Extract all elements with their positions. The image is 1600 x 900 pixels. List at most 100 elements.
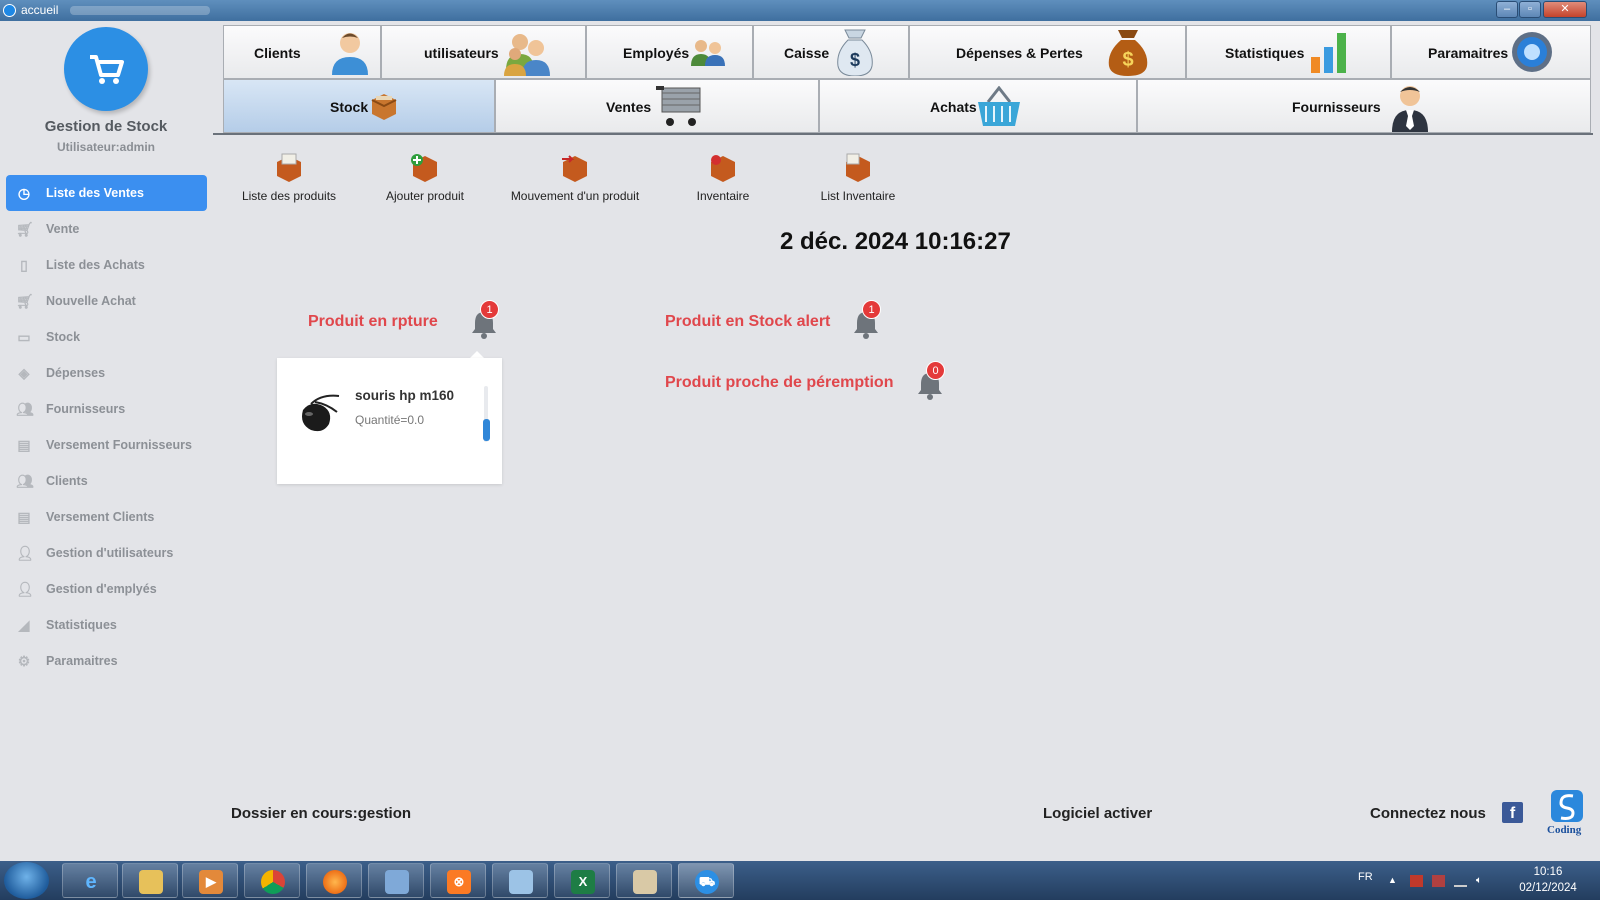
firefox-taskbar-button[interactable] bbox=[306, 863, 362, 898]
tab-employes[interactable]: Employés bbox=[586, 25, 753, 79]
internet-explorer-icon: e bbox=[85, 871, 97, 893]
sidebar-item-versement-fournisseurs[interactable]: ▤ Versement Fournisseurs bbox=[6, 427, 207, 463]
sidebar-item-clients[interactable]: 👥︎ Clients bbox=[6, 463, 207, 499]
tab-ventes[interactable]: Ventes bbox=[495, 79, 819, 133]
excel-taskbar-button[interactable]: X bbox=[554, 863, 610, 898]
product-quantity: Quantité=0.0 bbox=[355, 413, 425, 427]
tab-label: Paramaitres bbox=[1428, 45, 1509, 61]
clipboard-icon: ▯ bbox=[20, 257, 28, 273]
connect-label: Connectez nous bbox=[1370, 805, 1486, 822]
sidebar-item-paramaitres[interactable]: ⚙︎ Paramaitres bbox=[6, 643, 207, 679]
close-button[interactable]: ✕ bbox=[1543, 1, 1587, 18]
supplier-icon bbox=[1392, 86, 1428, 132]
explorer-taskbar-button[interactable] bbox=[122, 863, 178, 898]
ie-taskbar-button[interactable]: e bbox=[62, 863, 118, 898]
control-panel-taskbar-button[interactable] bbox=[492, 863, 548, 898]
tool-label: List Inventaire bbox=[820, 189, 896, 203]
current-folder: Dossier en cours:gestion bbox=[231, 805, 412, 822]
sidebar-item-liste-des-achats[interactable]: ▯ Liste des Achats bbox=[6, 247, 207, 283]
basket-icon bbox=[978, 86, 1020, 126]
tool-liste-des-produits[interactable]: Liste des produits bbox=[230, 153, 348, 203]
start-button[interactable] bbox=[4, 862, 49, 899]
tab-paramaitres[interactable]: Paramaitres bbox=[1391, 25, 1591, 79]
tray-expand-icon[interactable]: ▲ bbox=[1388, 875, 1401, 887]
tag-icon: ◈ bbox=[18, 365, 30, 381]
alert-peremption-label: Produit proche de péremption bbox=[665, 374, 894, 391]
sidebar-item-depenses[interactable]: ◈ Dépenses bbox=[6, 355, 207, 391]
tab-clients[interactable]: Clients bbox=[223, 25, 381, 79]
cart-icon: 🛒︎ bbox=[16, 293, 34, 309]
sidebar-item-label: Versement Clients bbox=[46, 510, 155, 524]
sidebar-item-label: Vente bbox=[46, 222, 80, 236]
sidebar-item-statistiques[interactable]: ◢ Statistiques bbox=[6, 607, 207, 643]
sidebar-item-gestion-utilisateurs[interactable]: 👤︎ Gestion d'utilisateurs bbox=[6, 535, 207, 571]
scrollbar-thumb[interactable] bbox=[483, 419, 490, 441]
client-icon bbox=[332, 33, 368, 75]
alert-rupture-label: Produit en rpture bbox=[308, 313, 438, 330]
alert-stock-label: Produit en Stock alert bbox=[665, 313, 831, 330]
chrome-taskbar-button[interactable] bbox=[244, 863, 300, 898]
tab-fournisseurs[interactable]: Fournisseurs bbox=[1137, 79, 1591, 133]
bar-chart-icon bbox=[1311, 33, 1346, 73]
minimize-button[interactable]: – bbox=[1496, 1, 1518, 18]
shopping-cart-icon bbox=[656, 86, 701, 126]
tab-stock[interactable]: Stock bbox=[223, 79, 495, 133]
current-user: Utilisateur:admin bbox=[56, 140, 155, 154]
sidebar-item-label: Statistiques bbox=[46, 618, 117, 632]
sidebar-item-stock[interactable]: ▭ Stock bbox=[6, 319, 207, 355]
facebook-icon[interactable]: f bbox=[1502, 802, 1523, 823]
stock-app-taskbar-button[interactable]: ⛟ bbox=[678, 863, 734, 898]
user-edit-icon: 👤︎ bbox=[16, 545, 34, 561]
sidebar-item-label: Liste des Achats bbox=[46, 258, 145, 272]
media-taskbar-button[interactable]: ▶ bbox=[182, 863, 238, 898]
tab-statistiques[interactable]: Statistiques bbox=[1186, 25, 1391, 79]
virtualbox-taskbar-button[interactable] bbox=[368, 863, 424, 898]
sidebar-item-vente[interactable]: 🛒︎ Vente bbox=[6, 211, 207, 247]
tool-list-inventaire[interactable]: List Inventaire bbox=[798, 153, 918, 203]
brand-title: Gestion de Stock bbox=[44, 118, 168, 135]
system-date: 02/12/2024 bbox=[1519, 882, 1577, 894]
sidebar-item-label: Paramaitres bbox=[46, 654, 118, 668]
network-icon[interactable] bbox=[1454, 875, 1467, 887]
stock-toolbar: Liste des produits Ajouter produit Mouve… bbox=[230, 153, 910, 213]
control-panel-icon bbox=[509, 870, 533, 894]
chrome-icon bbox=[261, 870, 285, 894]
volume-muted-icon[interactable]: 🔈︎ bbox=[1476, 875, 1489, 887]
sidebar-item-label: Fournisseurs bbox=[46, 402, 126, 416]
tab-label: Dépenses & Pertes bbox=[956, 45, 1083, 61]
tool-ajouter-produit[interactable]: Ajouter produit bbox=[370, 153, 480, 203]
language-indicator[interactable]: FR bbox=[1358, 871, 1373, 883]
paint-taskbar-button[interactable] bbox=[616, 863, 672, 898]
maximize-button[interactable]: ▫ bbox=[1519, 1, 1541, 18]
sidebar-item-fournisseurs[interactable]: 👥︎ Fournisseurs bbox=[6, 391, 207, 427]
tab-label: Statistiques bbox=[1225, 45, 1305, 61]
tool-label: Inventaire bbox=[696, 189, 750, 203]
xampp-icon: ⊗ bbox=[447, 870, 471, 894]
tray-app-icon[interactable] bbox=[1432, 875, 1445, 887]
tab-utilisateurs[interactable]: utilisateurs bbox=[381, 25, 586, 79]
sidebar-item-label: Gestion d'emplyés bbox=[46, 582, 157, 596]
settings-icon: ⚙︎ bbox=[17, 653, 31, 669]
sidebar-item-gestion-employes[interactable]: 👤︎ Gestion d'emplyés bbox=[6, 571, 207, 607]
action-center-flag-icon[interactable] bbox=[1410, 875, 1423, 887]
product-name[interactable]: souris hp m160 bbox=[355, 388, 454, 403]
users-group-icon bbox=[504, 34, 550, 76]
tool-label: Ajouter produit bbox=[385, 189, 465, 203]
rupture-popup: souris hp m160 Quantité=0.0 bbox=[277, 358, 502, 484]
sidebar-item-liste-des-ventes[interactable]: ◷ Liste des Ventes bbox=[6, 175, 207, 211]
coding-logo-icon[interactable] bbox=[1551, 790, 1583, 822]
sidebar-item-versement-clients[interactable]: ▤ Versement Clients bbox=[6, 499, 207, 535]
sidebar-item-label: Versement Fournisseurs bbox=[46, 438, 192, 452]
tab-caisse[interactable]: Caisse $ bbox=[753, 25, 909, 79]
tab-label: utilisateurs bbox=[424, 45, 499, 61]
sidebar-item-nouvelle-achat[interactable]: 🛒︎ Nouvelle Achat bbox=[6, 283, 207, 319]
system-clock[interactable]: 10:16 02/12/2024 bbox=[1516, 864, 1580, 896]
tool-inventaire[interactable]: Inventaire bbox=[668, 153, 778, 203]
tool-mouvement-produit[interactable]: Mouvement d'un produit bbox=[500, 153, 650, 203]
tab-depenses-pertes[interactable]: Dépenses & Pertes $ bbox=[909, 25, 1186, 79]
window-title: accueil bbox=[21, 3, 59, 17]
xampp-taskbar-button[interactable]: ⊗ bbox=[430, 863, 486, 898]
tab-achats[interactable]: Achats bbox=[819, 79, 1137, 133]
stock-alert-count-badge: 1 bbox=[862, 300, 881, 319]
svg-text:$: $ bbox=[850, 50, 860, 70]
